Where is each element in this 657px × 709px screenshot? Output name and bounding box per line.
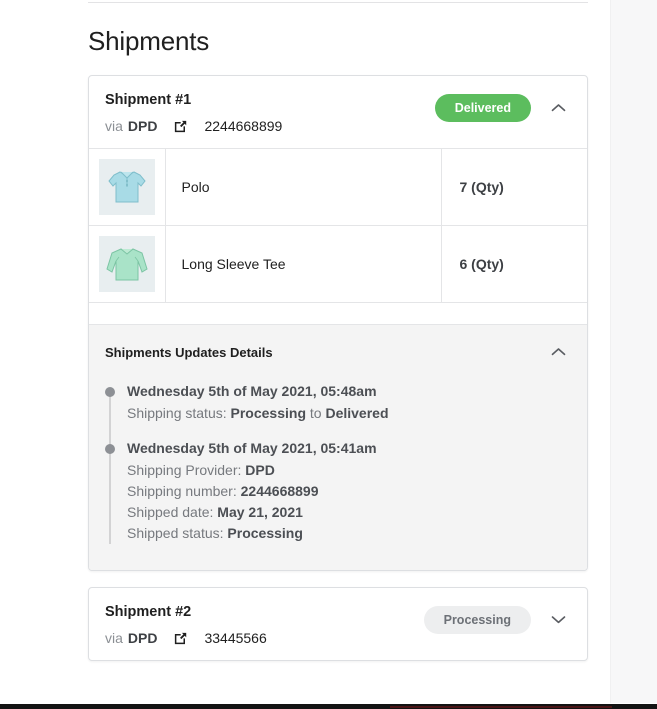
line-label: Shipping number:	[127, 483, 237, 499]
external-link-icon[interactable]	[173, 119, 188, 134]
updates-timeline: Wednesday 5th of May 2021, 05:48am Shipp…	[105, 383, 571, 544]
page-right-gutter	[610, 0, 657, 703]
item-quantity: 6 (Qty)	[459, 256, 504, 272]
chevron-up-icon	[551, 99, 566, 117]
long-sleeve-tee-thumbnail	[99, 236, 155, 292]
shipment-2-header[interactable]: Shipment #2 via DPD 33445566 Processing	[89, 588, 587, 660]
shipment-1-carrier-row: via DPD 2244668899	[105, 118, 435, 134]
status-badge-processing: Processing	[423, 606, 531, 634]
shipment-2-tracking-number: 33445566	[204, 630, 267, 646]
item-name: Long Sleeve Tee	[165, 225, 442, 302]
chevron-down-icon	[551, 611, 566, 629]
polo-shirt-thumbnail	[99, 159, 155, 215]
bottom-strip-accent	[390, 706, 612, 708]
shipment-1-tracking-number: 2244668899	[204, 118, 283, 134]
line-value: Processing	[227, 525, 303, 541]
shipment-2-title: Shipment #2	[105, 604, 192, 620]
shipment-1-collapse-toggle[interactable]	[545, 95, 571, 121]
timeline-entry-date: Wednesday 5th of May 2021, 05:41am	[127, 440, 377, 456]
page-root: Shipments Shipment #1 via DPD 2244668899…	[0, 0, 657, 709]
updates-title: Shipments Updates Details	[105, 344, 273, 360]
line-value: 2244668899	[240, 483, 319, 499]
shipment-1-updates-panel: Shipments Updates Details Wednesday 5th …	[89, 324, 587, 570]
timeline-entry-line: Shipping status: Processing to Delivered	[127, 403, 571, 424]
main-content: Shipments Shipment #1 via DPD 2244668899…	[88, 0, 588, 677]
chevron-up-icon	[551, 343, 566, 361]
item-thumbnail-cell	[89, 225, 166, 302]
shipment-1-header[interactable]: Shipment #1 via DPD 2244668899 Delivered	[89, 76, 587, 148]
table-row: Long Sleeve Tee 6 (Qty)	[89, 225, 587, 302]
shipment-1-items-table: Polo 7 (Qty) Long Sleeve Tee 6 (Qty)	[89, 148, 587, 302]
line-value: May 21, 2021	[217, 504, 303, 520]
shipment-2-header-info: Shipment #2 via DPD 33445566	[105, 604, 424, 646]
line-label: Shipping status:	[127, 405, 227, 421]
line-mid: to	[306, 405, 326, 421]
shipment-1-title: Shipment #1	[105, 92, 192, 108]
shipment-card-1: Shipment #1 via DPD 2244668899 Delivered…	[88, 75, 588, 571]
line-label: Shipped date:	[127, 504, 214, 520]
updates-header[interactable]: Shipments Updates Details	[105, 339, 571, 365]
timeline-entry-line: Shipped date: May 21, 2021	[127, 502, 571, 523]
shipment-2-header-actions: Processing	[423, 604, 571, 634]
line-label: Shipped status:	[127, 525, 224, 541]
timeline-entry: Wednesday 5th of May 2021, 05:48am Shipp…	[105, 383, 571, 424]
item-thumbnail-cell	[89, 148, 166, 226]
item-quantity: 7 (Qty)	[459, 179, 504, 195]
table-row: Polo 7 (Qty)	[89, 148, 587, 226]
updates-collapse-toggle[interactable]	[545, 339, 571, 365]
timeline-entry-line: Shipped status: Processing	[127, 523, 571, 544]
external-link-icon[interactable]	[173, 631, 188, 646]
shipment-1-carrier: DPD	[127, 118, 158, 134]
timeline-entry: Wednesday 5th of May 2021, 05:41am Shipp…	[105, 440, 571, 544]
timeline-entry-line: Shipping number: 2244668899	[127, 481, 571, 502]
shipment-card-2: Shipment #2 via DPD 33445566 Processing	[88, 587, 588, 661]
shipment-2-carrier-row: via DPD 33445566	[105, 630, 424, 646]
shipment-1-header-actions: Delivered	[434, 92, 571, 122]
timeline-connector-line	[109, 389, 111, 544]
items-table-footer-spacer	[89, 302, 587, 324]
timeline-entry-date: Wednesday 5th of May 2021, 05:48am	[127, 383, 377, 399]
line-value: DPD	[245, 462, 275, 478]
timeline-entry-line: Shipping Provider: DPD	[127, 460, 571, 481]
shipment-1-via-label: via	[105, 118, 123, 134]
shipment-2-via-label: via	[105, 630, 123, 646]
shipment-2-expand-toggle[interactable]	[545, 607, 571, 633]
item-name: Polo	[165, 148, 442, 226]
line-label: Shipping Provider:	[127, 462, 242, 478]
line-value: Processing	[230, 405, 306, 421]
timeline-dot-icon	[105, 387, 115, 397]
status-badge-delivered: Delivered	[434, 94, 531, 122]
shipment-1-header-info: Shipment #1 via DPD 2244668899	[105, 92, 435, 134]
shipment-2-carrier: DPD	[127, 630, 158, 646]
line-value-2: Delivered	[325, 405, 389, 421]
timeline-dot-icon	[105, 444, 115, 454]
page-title: Shipments	[88, 26, 210, 56]
bottom-status-strip	[0, 704, 657, 709]
